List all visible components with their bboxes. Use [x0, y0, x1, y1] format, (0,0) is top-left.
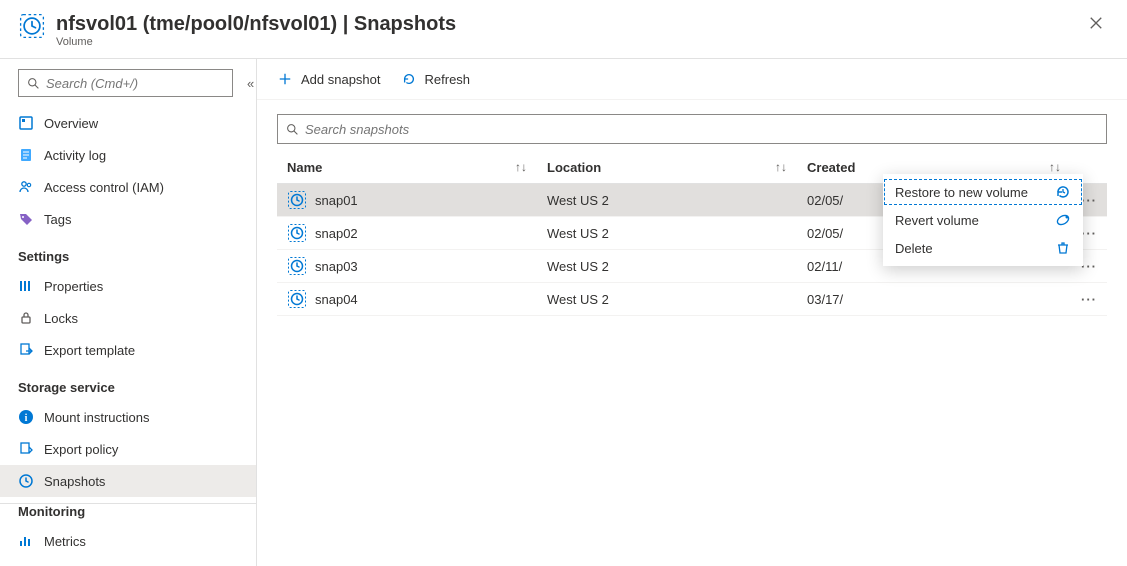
- lock-icon: [18, 310, 34, 326]
- page-title: nfsvol01 (tme/pool0/nfsvol01) | Snapshot…: [56, 12, 1085, 36]
- sidebar-item-label: Properties: [44, 279, 103, 294]
- plus-icon: [277, 71, 293, 87]
- properties-icon: [18, 278, 34, 294]
- sidebar: « Overview Activity log Access control (IA…: [0, 59, 257, 566]
- restore-icon: [1055, 184, 1071, 200]
- sidebar-item-label: Metrics: [44, 534, 86, 549]
- sidebar-search[interactable]: [18, 69, 233, 97]
- snapshot-name: snap01: [315, 193, 358, 208]
- sidebar-item-label: Activity log: [44, 148, 106, 163]
- sidebar-item-label: Access control (IAM): [44, 180, 164, 195]
- snapshot-search-input[interactable]: [305, 122, 1098, 137]
- refresh-button[interactable]: Refresh: [401, 71, 471, 87]
- snapshot-search[interactable]: [277, 114, 1107, 144]
- context-menu-item-revert[interactable]: Revert volume: [883, 206, 1083, 234]
- page-subtitle: Volume: [56, 36, 1085, 48]
- column-header-name[interactable]: Name ↑↓: [277, 152, 537, 184]
- search-icon: [27, 77, 40, 90]
- snapshot-location: West US 2: [537, 283, 797, 316]
- sidebar-item-properties[interactable]: Properties: [0, 270, 256, 302]
- row-more-button[interactable]: ···: [1071, 283, 1107, 316]
- policy-icon: [18, 441, 34, 457]
- delete-icon: [1055, 240, 1071, 256]
- sidebar-item-label: Overview: [44, 116, 98, 131]
- sort-icon[interactable]: ↑↓: [1049, 160, 1061, 174]
- add-snapshot-label: Add snapshot: [301, 72, 381, 87]
- column-header-location[interactable]: Location ↑↓: [537, 152, 797, 184]
- content: Name ↑↓ Location ↑↓ Created ↑↓: [257, 100, 1127, 316]
- info-icon: i: [18, 409, 34, 425]
- revert-icon: [1055, 212, 1071, 228]
- sidebar-item-label: Export policy: [44, 442, 118, 457]
- context-menu-item-delete[interactable]: Delete: [883, 234, 1083, 262]
- sidebar-item-metrics[interactable]: Metrics: [0, 525, 256, 557]
- toolbar: Add snapshot Refresh: [257, 59, 1127, 100]
- snapshot-context-menu: Restore to new volume Revert volume Delete: [883, 174, 1083, 266]
- context-menu-label: Revert volume: [895, 213, 979, 228]
- sidebar-item-locks[interactable]: Locks: [0, 302, 256, 334]
- blade-header: nfsvol01 (tme/pool0/nfsvol01) | Snapshot…: [0, 0, 1127, 59]
- snapshot-location: West US 2: [537, 184, 797, 217]
- snapshot-name: snap02: [315, 226, 358, 241]
- tags-icon: [18, 211, 34, 227]
- sidebar-item-label: Export template: [44, 343, 135, 358]
- context-menu-item-restore[interactable]: Restore to new volume: [883, 178, 1083, 206]
- snapshot-icon: [287, 190, 307, 210]
- sidebar-section-storage-service: Storage service: [0, 366, 256, 401]
- refresh-label: Refresh: [425, 72, 471, 87]
- sort-icon[interactable]: ↑↓: [775, 160, 787, 174]
- svg-text:i: i: [25, 413, 28, 424]
- sidebar-nav: Overview Activity log Access control (IAM)…: [0, 107, 256, 557]
- snapshot-name: snap03: [315, 259, 358, 274]
- overview-icon: [18, 115, 34, 131]
- sidebar-item-overview[interactable]: Overview: [0, 107, 256, 139]
- sidebar-item-label: Snapshots: [44, 474, 105, 489]
- sidebar-item-access-control[interactable]: Access control (IAM): [0, 171, 256, 203]
- snapshot-created: 03/17/: [797, 283, 1071, 316]
- snapshot-location: West US 2: [537, 250, 797, 283]
- sidebar-item-tags[interactable]: Tags: [0, 203, 256, 235]
- metrics-icon: [18, 533, 34, 549]
- add-snapshot-button[interactable]: Add snapshot: [277, 71, 381, 87]
- context-menu-label: Delete: [895, 241, 933, 256]
- sidebar-search-input[interactable]: [46, 76, 224, 91]
- volume-snapshot-icon: [18, 12, 46, 40]
- table-row[interactable]: snap04 West US 203/17/···: [277, 283, 1107, 316]
- refresh-icon: [401, 71, 417, 87]
- sidebar-section-settings: Settings: [0, 235, 256, 270]
- sidebar-item-label: Locks: [44, 311, 78, 326]
- search-icon: [286, 123, 299, 136]
- sidebar-section-monitoring: Monitoring: [0, 503, 256, 525]
- sidebar-item-snapshots[interactable]: Snapshots: [0, 465, 256, 497]
- snapshot-name: snap04: [315, 292, 358, 307]
- close-button[interactable]: [1085, 12, 1107, 34]
- export-template-icon: [18, 342, 34, 358]
- sidebar-item-activity-log[interactable]: Activity log: [0, 139, 256, 171]
- snapshot-icon: [287, 256, 307, 276]
- log-icon: [18, 147, 34, 163]
- snapshot-icon: [18, 473, 34, 489]
- sidebar-item-export-template[interactable]: Export template: [0, 334, 256, 366]
- sidebar-item-export-policy[interactable]: Export policy: [0, 433, 256, 465]
- context-menu-label: Restore to new volume: [895, 185, 1028, 200]
- sort-icon[interactable]: ↑↓: [515, 160, 527, 174]
- snapshot-icon: [287, 223, 307, 243]
- sidebar-item-label: Tags: [44, 212, 71, 227]
- snapshot-location: West US 2: [537, 217, 797, 250]
- sidebar-item-label: Mount instructions: [44, 410, 150, 425]
- iam-icon: [18, 179, 34, 195]
- main-pane: Add snapshot Refresh Nam: [257, 59, 1127, 566]
- sidebar-item-mount-instructions[interactable]: i Mount instructions: [0, 401, 256, 433]
- collapse-sidebar-button[interactable]: «: [243, 74, 257, 93]
- snapshot-icon: [287, 289, 307, 309]
